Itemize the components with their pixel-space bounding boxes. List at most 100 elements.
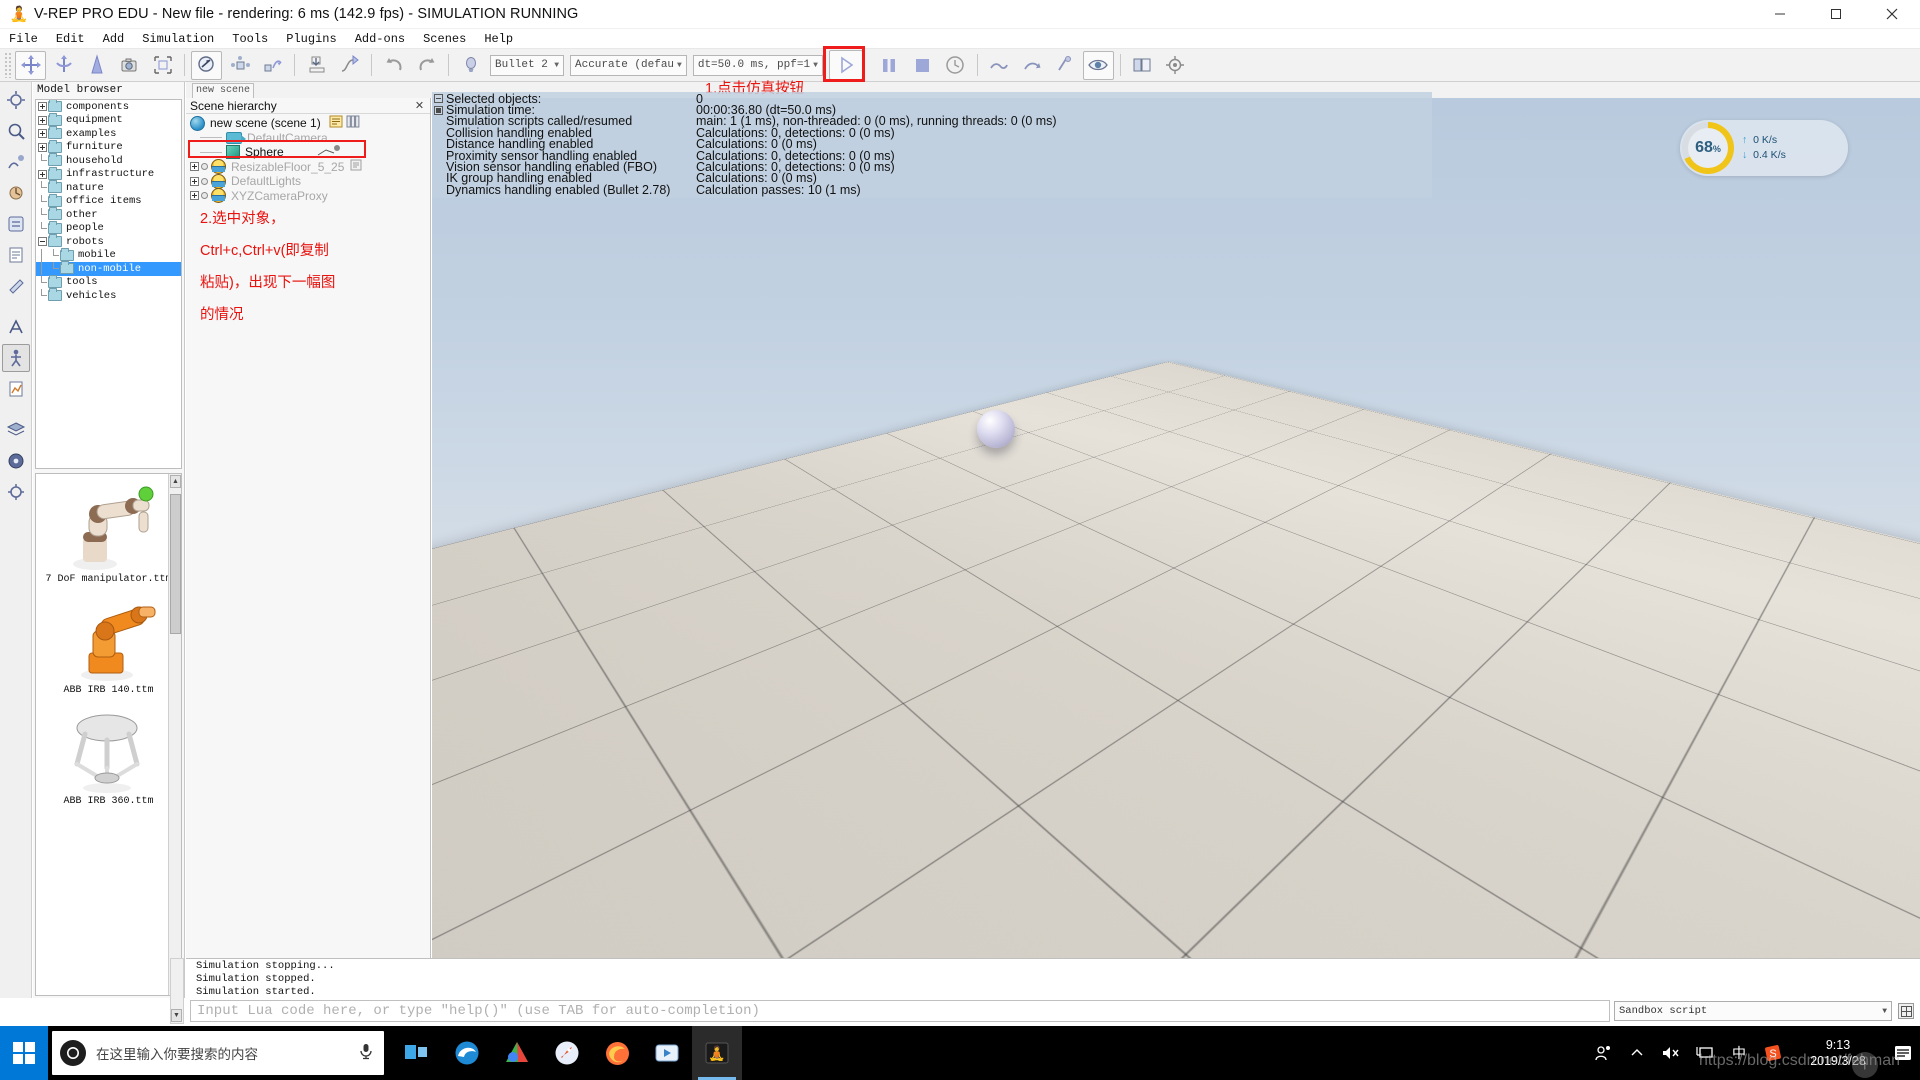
tree-expander-cell[interactable] <box>36 235 48 248</box>
tree-expander-cell[interactable] <box>36 114 48 127</box>
model-item-1[interactable]: ABB IRB 140.ttm <box>36 585 181 696</box>
left-scroll-down-icon[interactable]: ▼ <box>171 1009 182 1022</box>
menu-file[interactable]: File <box>0 29 47 49</box>
camera-icon[interactable] <box>114 51 145 80</box>
expand-icon-components[interactable] <box>37 102 47 112</box>
start-button[interactable] <box>0 1026 48 1080</box>
ime-indicator[interactable]: 中 <box>1722 1026 1756 1080</box>
taskbar-search[interactable]: 在这里输入你要搜索的内容 <box>52 1031 384 1075</box>
network-display-icon[interactable] <box>1688 1026 1722 1080</box>
tool-settings-gear-icon[interactable] <box>2 478 30 506</box>
menu-addons[interactable]: Add-ons <box>346 29 414 49</box>
menu-plugins[interactable]: Plugins <box>277 29 345 49</box>
scene-pages-icon[interactable] <box>346 115 360 131</box>
rocket-app-button[interactable] <box>542 1026 592 1080</box>
model-item-2[interactable]: ABB IRB 360.ttm <box>36 696 181 807</box>
hierarchy-node-defaultlights[interactable]: DefaultLights <box>186 173 430 189</box>
align-bottom-icon[interactable] <box>301 51 332 80</box>
expand-icon-furniture[interactable] <box>37 142 47 152</box>
task-view-button[interactable] <box>392 1026 442 1080</box>
volume-muted-icon[interactable] <box>1654 1026 1688 1080</box>
scroll-up-arrow-icon[interactable]: ▲ <box>170 475 181 488</box>
maximize-button[interactable] <box>1808 0 1864 29</box>
collections-icon[interactable] <box>2 148 30 176</box>
checkbox-icon-1[interactable] <box>434 105 443 115</box>
menu-help[interactable]: Help <box>475 29 522 49</box>
expand-icon-proxy[interactable] <box>190 191 199 201</box>
left-panel-scrollbar[interactable]: ▼ <box>170 958 184 1024</box>
tree-expander-cell[interactable] <box>36 100 48 113</box>
scene-script-icon[interactable] <box>329 115 343 131</box>
model-tree-item-infrastructure[interactable]: infrastructure <box>36 166 181 182</box>
model-tree-item-examples[interactable]: examples <box>36 126 181 141</box>
physics-engine-select[interactable]: Bullet 2 ▼ <box>490 54 564 76</box>
stop-simulation-button[interactable] <box>907 51 938 80</box>
menu-scenes[interactable]: Scenes <box>414 29 475 49</box>
collapse-icon-robots[interactable] <box>37 237 47 247</box>
disassemble-icon[interactable] <box>257 51 288 80</box>
pan-view-icon[interactable] <box>984 51 1015 80</box>
menu-add[interactable]: Add <box>94 29 134 49</box>
realtime-toggle-icon[interactable] <box>940 51 971 80</box>
user-settings-icon[interactable] <box>2 210 30 238</box>
model-tree-item-non-mobile[interactable]: non-mobile <box>36 261 181 276</box>
layers-icon[interactable] <box>2 416 30 444</box>
object-scale-icon[interactable] <box>81 51 112 80</box>
model-tree-item-household[interactable]: household <box>36 153 181 168</box>
accuracy-select[interactable]: Accurate (defau ▼ <box>570 54 687 76</box>
expand-icon-infrastructure[interactable] <box>37 169 47 179</box>
hierarchy-node-resizablefloor[interactable]: ResizableFloor_5_25 <box>186 159 430 175</box>
assemble-icon[interactable] <box>224 51 255 80</box>
model-tree-item-other[interactable]: other <box>36 207 181 222</box>
lua-code-input[interactable]: Input Lua code here, or type "help()" (u… <box>190 1000 1610 1022</box>
tree-expander-cell[interactable] <box>36 168 48 181</box>
checkbox-icon-0[interactable] <box>434 94 443 104</box>
vrep-taskbar-button[interactable]: 🧘 <box>692 1026 742 1080</box>
hierarchy-node-sphere[interactable]: Sphere <box>186 144 430 160</box>
model-item-0[interactable]: 7 DoF manipulator.ttm <box>36 474 181 585</box>
redo-icon[interactable] <box>411 51 442 80</box>
model-tree-item-robots[interactable]: robots <box>36 234 181 249</box>
expand-icon-lights[interactable] <box>190 176 199 186</box>
tree-expander-cell[interactable] <box>36 127 48 140</box>
menu-simulation[interactable]: Simulation <box>133 29 223 49</box>
edge-button[interactable] <box>442 1026 492 1080</box>
close-icon[interactable]: ✕ <box>413 99 426 112</box>
firefox-button[interactable] <box>592 1026 642 1080</box>
menu-edit[interactable]: Edit <box>47 29 94 49</box>
settings-gear-icon[interactable] <box>1160 51 1191 80</box>
microphone-icon[interactable] <box>358 1042 374 1065</box>
object-shift-icon[interactable] <box>15 50 46 80</box>
visibility-eye-icon[interactable] <box>1082 50 1114 80</box>
model-tree-item-furniture[interactable]: furniture <box>36 139 181 155</box>
timestep-select[interactable]: dt=50.0 ms, ppf=1 ▼ <box>692 54 823 76</box>
tree-expander-cell[interactable] <box>36 141 48 154</box>
sogou-ime-icon[interactable]: S <box>1756 1026 1790 1080</box>
hierarchy-node-defaultcamera[interactable]: DefaultCamera <box>186 131 430 146</box>
scene-object-properties-icon[interactable] <box>2 86 30 114</box>
menu-tools[interactable]: Tools <box>223 29 277 49</box>
undo-icon[interactable] <box>378 51 409 80</box>
path-tool-icon[interactable] <box>334 51 365 80</box>
scrollbar-thumb[interactable] <box>170 494 181 634</box>
shape-edit-icon[interactable] <box>2 272 30 300</box>
expand-icon-equipment[interactable] <box>37 115 47 125</box>
human-model-icon[interactable] <box>1 344 30 372</box>
model-tree-item-vehicles[interactable]: vehicles <box>36 288 181 303</box>
expand-icon-examples[interactable] <box>37 129 47 139</box>
floor-script-icon[interactable] <box>350 159 362 174</box>
model-list-scrollbar[interactable]: ▲ ▼ <box>168 474 181 995</box>
model-thumbnail-list[interactable]: 7 DoF manipulator.ttm ABB IRB 140.ttm AB… <box>35 473 182 996</box>
hierarchy-node-scene-root[interactable]: new scene (scene 1) <box>186 115 430 131</box>
model-tree-item-mobile[interactable]: mobile <box>36 247 181 263</box>
global-settings-icon[interactable] <box>2 447 30 475</box>
object-rotate-icon[interactable] <box>48 51 79 80</box>
expand-console-button[interactable] <box>1898 1003 1914 1019</box>
scene-tab-new-scene[interactable]: new scene <box>192 83 254 98</box>
model-tree-item-people[interactable]: people <box>36 220 181 236</box>
script-target-select[interactable]: Sandbox script ▼ <box>1614 1001 1892 1021</box>
chart-tool-icon[interactable] <box>2 375 30 403</box>
action-center-button[interactable] <box>1886 1026 1920 1080</box>
light-bulb-icon[interactable] <box>455 51 486 80</box>
toolbar-grip[interactable] <box>4 52 12 78</box>
